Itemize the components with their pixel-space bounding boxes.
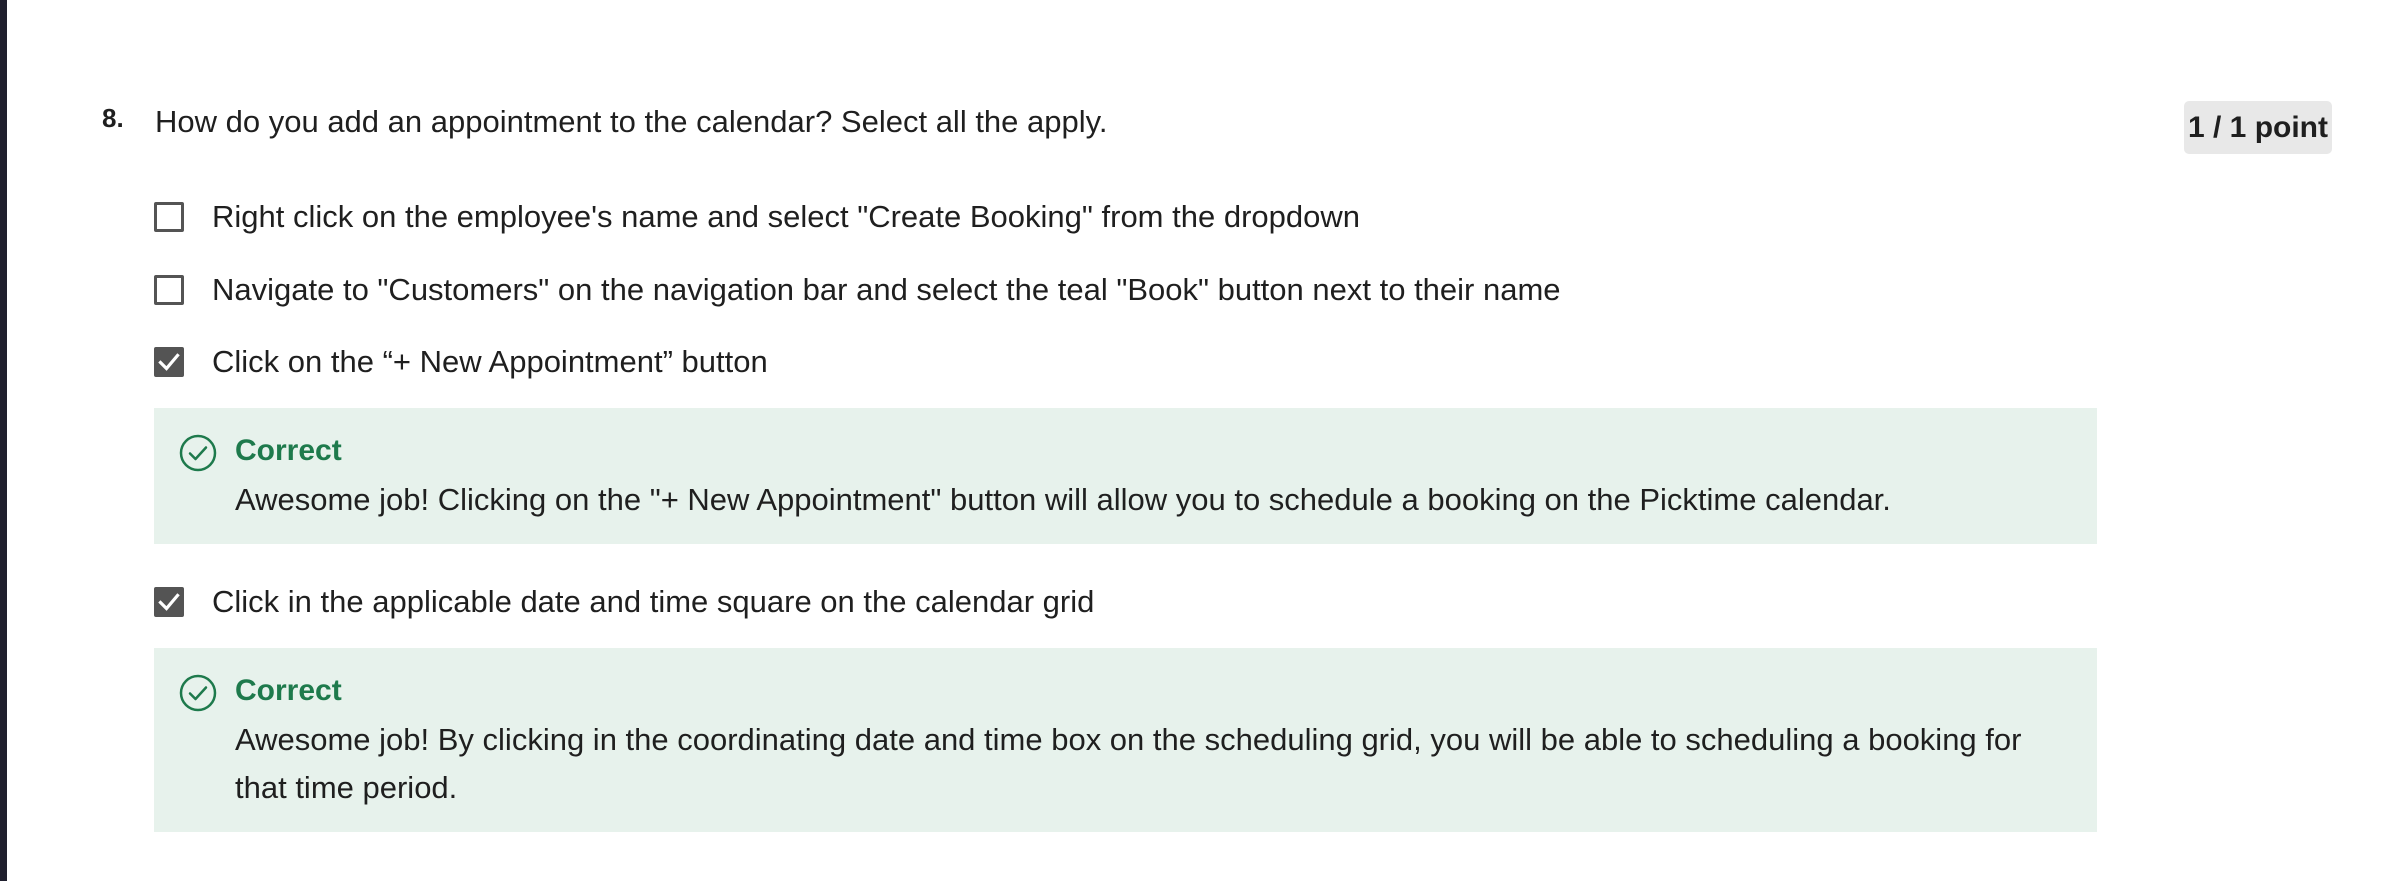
checkmark-icon [158,593,180,611]
points-badge: 1 / 1 point [2184,101,2332,154]
checkbox-checked[interactable] [154,347,184,377]
option-label: Click in the applicable date and time sq… [212,584,1095,619]
option-label: Click on the “+ New Appointment” button [212,344,768,379]
option-label: Navigate to "Customers" on the navigatio… [212,272,1561,307]
question-text: How do you add an appointment to the cal… [155,104,1108,139]
question-8: 8. How do you add an appointment to the … [0,0,2384,881]
option-4[interactable]: Click in the applicable date and time sq… [154,582,1094,622]
option-1[interactable]: Right click on the employee's name and s… [154,197,1360,237]
feedback-correct: Correct Awesome job! By clicking in the … [154,648,2097,832]
checkmark-icon [158,353,180,371]
feedback-text: Awesome job! Clicking on the "+ New Appo… [235,482,1891,517]
checkbox-checked[interactable] [154,587,184,617]
question-number: 8. [102,103,124,133]
checkbox-unchecked[interactable] [154,202,184,232]
option-2[interactable]: Navigate to "Customers" on the navigatio… [154,270,1561,310]
checkbox-unchecked[interactable] [154,275,184,305]
check-circle-icon [179,674,217,712]
feedback-text: Awesome job! By clicking in the coordina… [235,722,2022,805]
option-label: Right click on the employee's name and s… [212,199,1360,234]
feedback-status: Correct [235,434,342,467]
check-circle-icon [179,434,217,472]
feedback-correct: Correct Awesome job! Clicking on the "+ … [154,408,2097,544]
feedback-status: Correct [235,674,342,707]
option-3[interactable]: Click on the “+ New Appointment” button [154,342,768,382]
